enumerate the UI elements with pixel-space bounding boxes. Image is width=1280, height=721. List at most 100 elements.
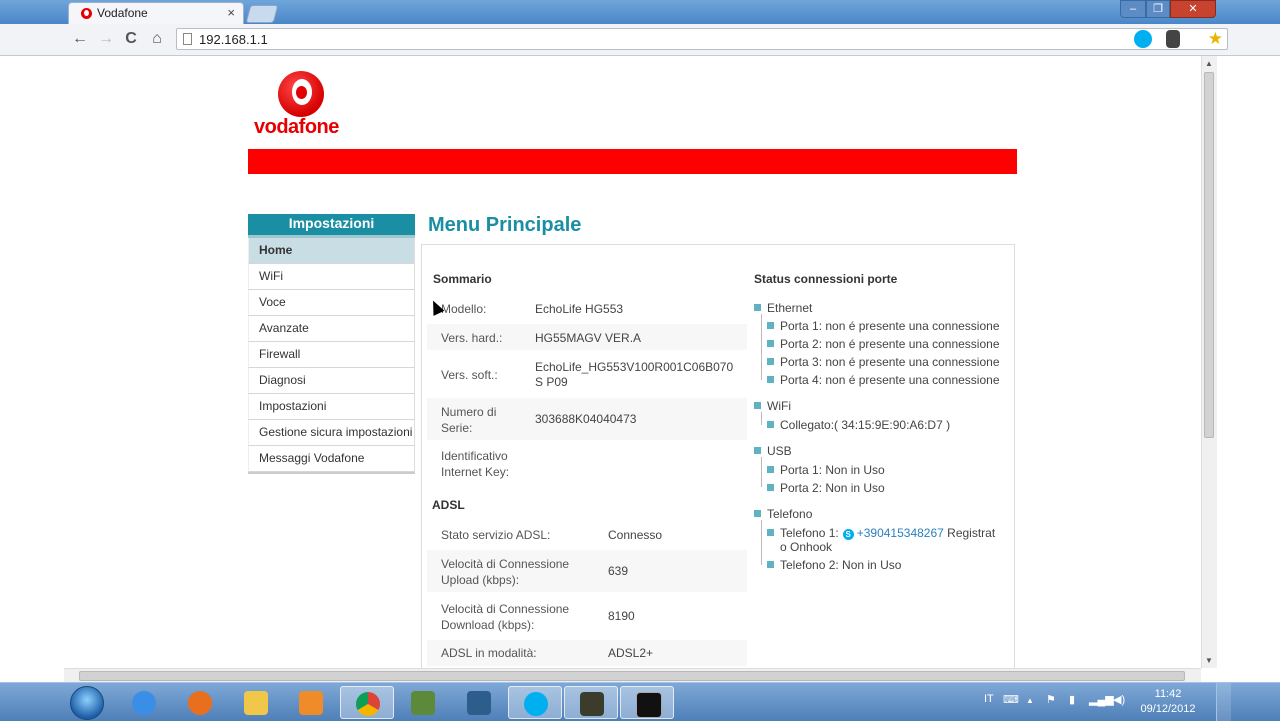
minimize-button[interactable]: – <box>1120 0 1146 18</box>
modello-label: Modello: <box>441 302 487 316</box>
tel2-status: Telefono 2: Non in Uso <box>780 558 902 572</box>
sidebar-item-firewall[interactable]: Firewall <box>248 342 415 368</box>
bullet-icon <box>767 529 774 536</box>
vertical-scrollbar[interactable]: ▲ ▼ <box>1201 56 1217 668</box>
chrome-icon <box>356 692 380 716</box>
address-bar[interactable]: 192.168.1.1 ★ <box>176 28 1228 50</box>
extension-icon[interactable] <box>1166 30 1180 48</box>
numero-serie-value: 303688K04040473 <box>535 412 637 426</box>
vodafone-logo-text: vodafone <box>254 116 339 138</box>
status-heading: Status connessioni porte <box>754 272 898 286</box>
new-tab-button[interactable] <box>245 5 279 23</box>
firefox-icon <box>188 691 212 715</box>
wifi-label: WiFi <box>767 399 791 413</box>
taskbar-chrome[interactable] <box>340 686 394 719</box>
volume-icon[interactable]: ◀) <box>1113 693 1125 706</box>
taskbar-app[interactable] <box>452 686 506 719</box>
horizontal-scrollbar[interactable] <box>64 668 1201 683</box>
network-icon[interactable]: ▂▄▆ <box>1089 693 1114 706</box>
media-player-icon <box>299 691 323 715</box>
maximize-button[interactable]: ❐ <box>1146 0 1170 18</box>
skype-extension-icon[interactable] <box>1134 30 1152 48</box>
ethernet-group: Ethernet <box>754 301 812 315</box>
bullet-icon <box>767 561 774 568</box>
scroll-down-icon[interactable]: ▼ <box>1205 656 1213 665</box>
taskbar-firefox[interactable] <box>173 686 227 719</box>
home-icon[interactable]: ⌂ <box>147 29 167 49</box>
taskbar-explorer[interactable] <box>229 686 283 719</box>
sidebar-item-diagnosi[interactable]: Diagnosi <box>248 368 415 394</box>
ethernet-label: Ethernet <box>767 301 813 315</box>
bullet-icon <box>754 402 761 409</box>
stato-adsl-value: Connesso <box>608 528 663 542</box>
tab-close-icon[interactable]: × <box>227 5 235 20</box>
modello-value: EchoLife HG553 <box>535 302 624 316</box>
tray-expand-icon[interactable]: ▲ <box>1026 696 1034 705</box>
bullet-icon <box>767 322 774 329</box>
vers-soft-label: Vers. soft.: <box>441 368 498 382</box>
table-row: Numero di Serie: 303688K04040473 <box>427 398 747 440</box>
vers-hard-value: HG55MAGV VER.A <box>535 331 642 345</box>
usb-label: USB <box>767 444 792 458</box>
keyboard-icon[interactable]: ⌨ <box>1003 693 1019 706</box>
table-row: Identificativo Internet Key: <box>427 442 747 484</box>
page-icon <box>183 33 192 45</box>
telefono-1: Telefono 1: S +390415348267 Registrat o On… <box>767 526 995 554</box>
sidebar-item-wifi[interactable]: WiFi <box>248 264 415 290</box>
sidebar-title: Impostazioni <box>248 214 415 238</box>
internet-explorer-icon <box>132 691 156 715</box>
app-icon <box>467 691 491 715</box>
tel1-number-link[interactable]: +390415348267 <box>857 526 944 540</box>
game-icon <box>580 692 604 716</box>
usb-status: Porta 2: Non in Uso <box>780 481 885 495</box>
language-indicator[interactable]: IT <box>984 693 994 705</box>
sidebar-item-gestione-sicura[interactable]: Gestione sicura impostazioni <box>248 420 415 446</box>
bullet-icon <box>767 376 774 383</box>
adsl-heading: ADSL <box>432 498 465 512</box>
forward-arrow-icon[interactable]: → <box>96 29 116 49</box>
show-desktop-button[interactable] <box>1216 683 1231 721</box>
sidebar-item-voce[interactable]: Voce <box>248 290 415 316</box>
table-row: Vers. hard.: HG55MAGV VER.A <box>427 324 747 350</box>
tab-title: Vodafone <box>97 6 148 20</box>
windows-taskbar: IT ⌨ ▲ ⚑ ▮ ▂▄▆ ◀) 11:42 09/12/2012 <box>0 682 1280 721</box>
taskbar-minecraft[interactable] <box>396 686 450 719</box>
skype-taskbar-icon <box>524 692 548 716</box>
battery-icon[interactable]: ▮ <box>1069 693 1075 706</box>
start-button[interactable] <box>70 686 104 720</box>
taskbar-game[interactable] <box>564 686 618 719</box>
tel1-status-a: Registrat <box>947 526 996 540</box>
browser-tab[interactable]: Vodafone × <box>68 2 244 24</box>
vodafone-favicon-icon <box>81 8 92 19</box>
wifi-status: Collegato:( 34:15:9E:90:A6:D7 ) <box>767 418 950 432</box>
back-arrow-icon[interactable]: ← <box>70 29 90 49</box>
port-status: Porta 3: non é presente una connessione <box>780 355 1000 369</box>
bullet-icon <box>767 340 774 347</box>
close-window-button[interactable]: ✕ <box>1170 0 1216 18</box>
sidebar-item-avanzate[interactable]: Avanzate <box>248 316 415 342</box>
flag-icon[interactable]: ⚑ <box>1046 693 1056 706</box>
upload-label: Velocità di Connessione Upload (kbps): <box>441 557 570 587</box>
clock-date: 09/12/2012 <box>1140 703 1196 715</box>
taskbar-clock[interactable]: 11:42 09/12/2012 <box>1140 687 1196 717</box>
wifi-connected-text: Collegato:( 34:15:9E:90:A6:D7 ) <box>780 418 951 432</box>
sidebar-item-home[interactable]: Home <box>248 238 415 264</box>
bookmark-star-icon[interactable]: ★ <box>1208 29 1223 49</box>
sidebar-item-messaggi[interactable]: Messaggi Vodafone <box>248 446 415 472</box>
taskbar-cmd[interactable] <box>620 686 674 719</box>
sommario-heading: Sommario <box>433 272 492 286</box>
taskbar-ie[interactable] <box>117 686 171 719</box>
scroll-up-icon[interactable]: ▲ <box>1205 59 1213 68</box>
modalita-value: ADSL2+ <box>608 646 654 660</box>
tree-line <box>761 520 762 565</box>
horizontal-scroll-thumb[interactable] <box>79 671 1185 681</box>
taskbar-skype[interactable] <box>508 686 562 719</box>
sidebar-item-impostazioni[interactable]: Impostazioni <box>248 394 415 420</box>
taskbar-media[interactable] <box>284 686 338 719</box>
web-page: vodafone Impostazioni Home WiFi Voce Ava… <box>64 56 1200 668</box>
vertical-scroll-thumb[interactable] <box>1204 72 1214 438</box>
telefono-group: Telefono <box>754 507 812 521</box>
bullet-icon <box>767 466 774 473</box>
reload-icon[interactable]: C <box>121 29 141 49</box>
table-row: Stato servizio ADSL: Connesso <box>427 520 747 548</box>
